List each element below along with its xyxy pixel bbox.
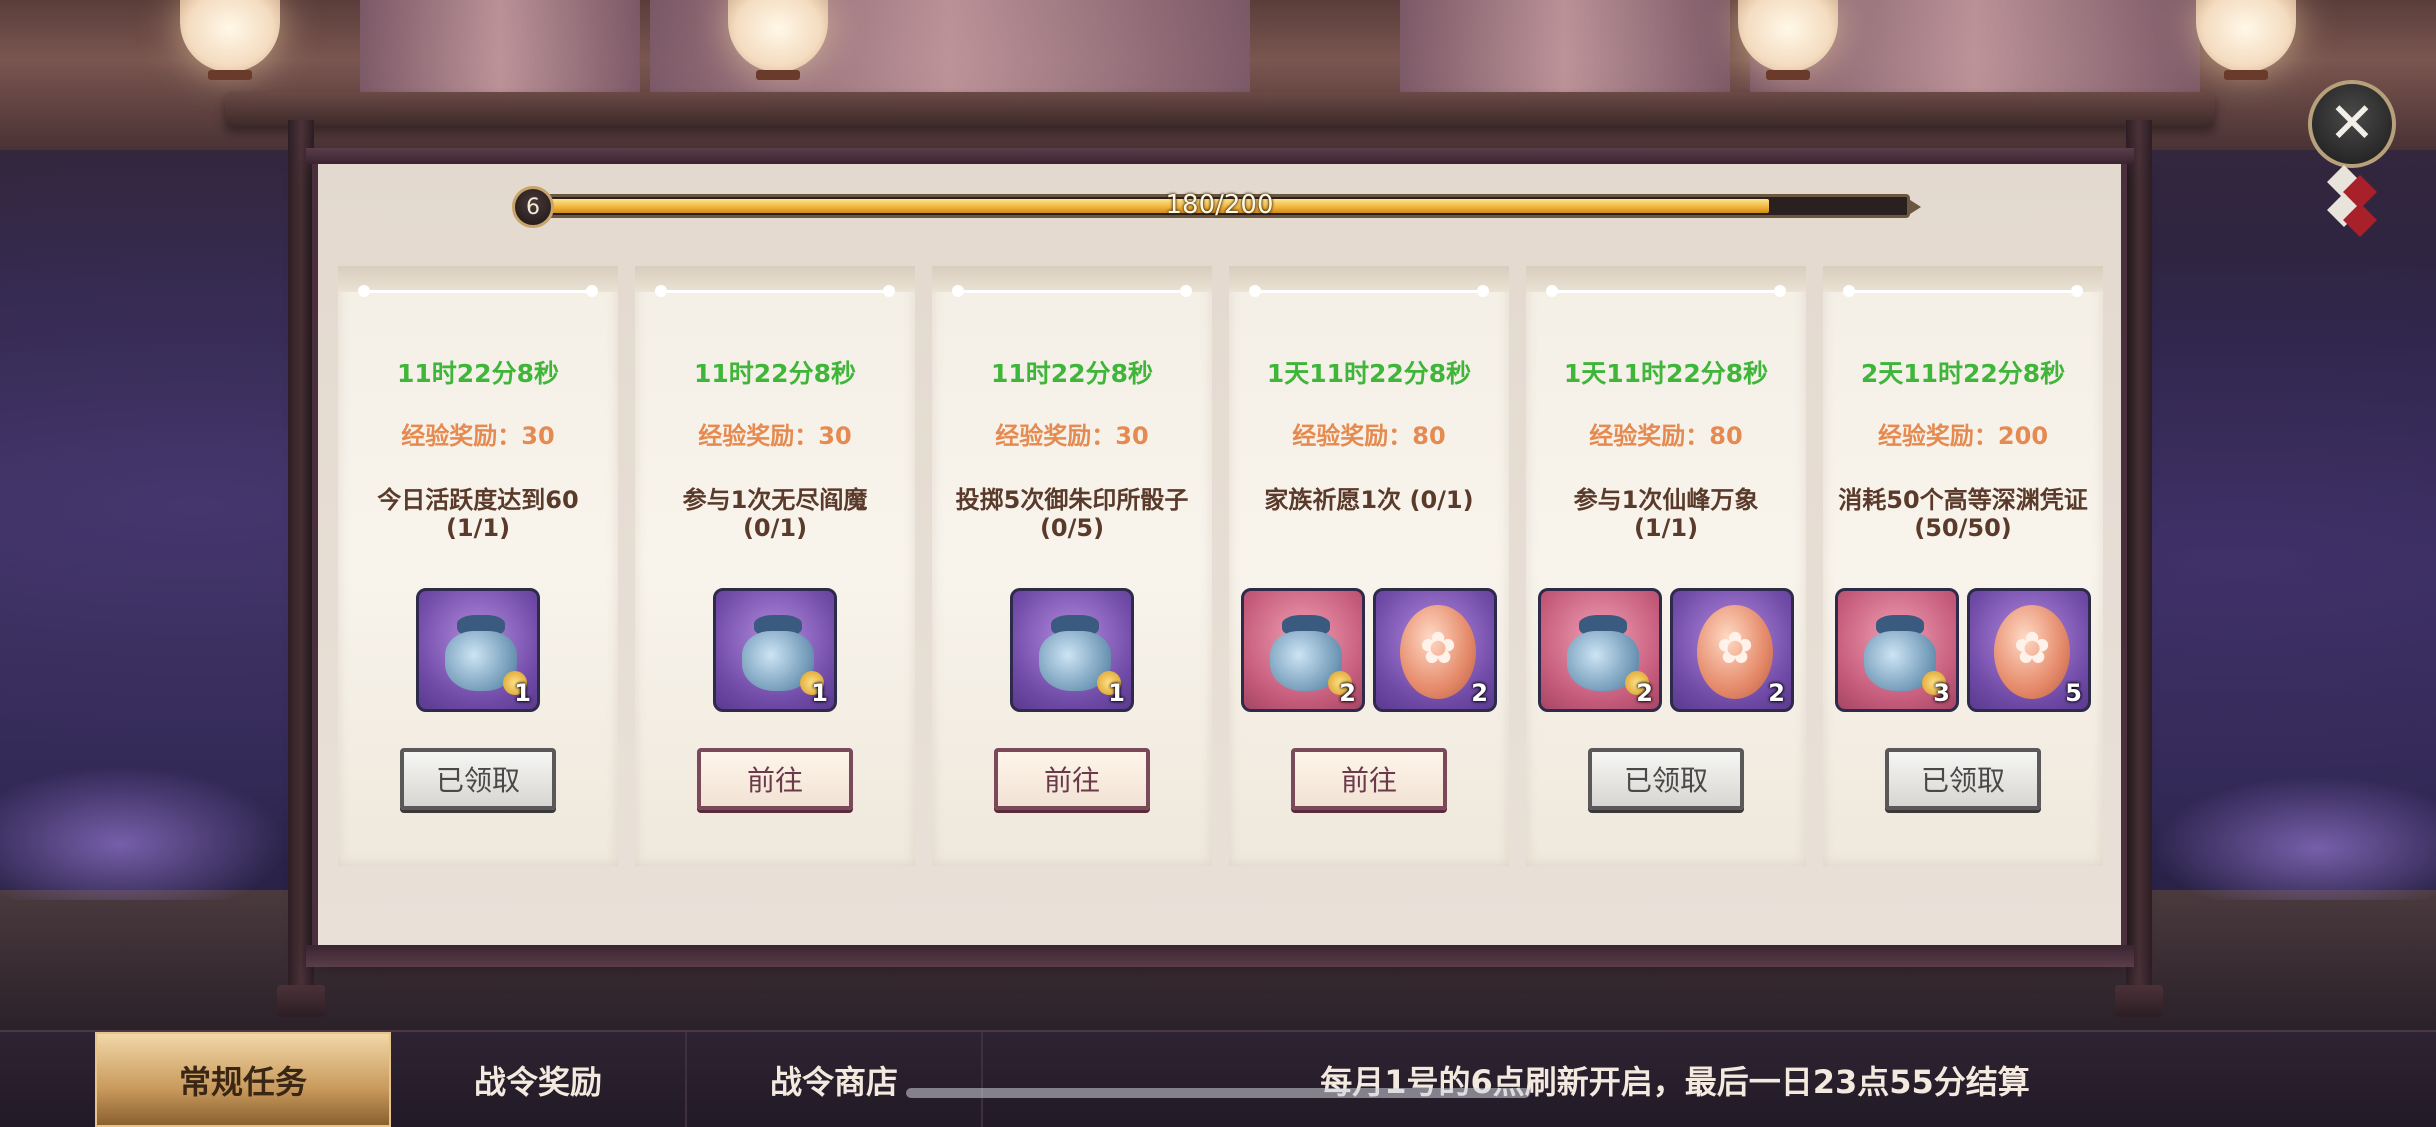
level-progress: 6 180/200 — [512, 186, 1927, 228]
reward-item[interactable]: 2 — [1670, 588, 1794, 712]
tab-pass-rewards[interactable]: 战令奖励 — [391, 1032, 687, 1127]
task-timer: 1天11时22分8秒 — [1266, 359, 1472, 388]
reward-quantity: 3 — [1933, 679, 1950, 707]
close-button[interactable]: ✕ — [2308, 80, 2396, 168]
reward-item[interactable]: 2 — [1373, 588, 1497, 712]
reward-list: 1 — [932, 588, 1212, 714]
goto-button[interactable]: 前往 — [1291, 748, 1447, 810]
claim-button[interactable]: 已领取 — [400, 748, 556, 810]
home-indicator[interactable] — [906, 1088, 1530, 1098]
egg-icon — [1400, 605, 1476, 699]
board-pillar-left — [288, 120, 314, 1000]
exp-reward: 经验奖励：30 — [698, 422, 852, 450]
flower-decoration — [2140, 770, 2436, 900]
board-pillar-right — [2126, 120, 2152, 1000]
task-card: 1天11时22分8秒 经验奖励：80 参与1次仙峰万象 (1/1) 22 已领取 — [1526, 266, 1806, 866]
task-card: 11时22分8秒 经验奖励：30 今日活跃度达到60 (1/1) 1 已领取 — [338, 266, 618, 866]
task-card: 1天11时22分8秒 经验奖励：80 家族祈愿1次 (0/1) 22 前往 — [1229, 266, 1509, 866]
exp-reward: 经验奖励：30 — [995, 422, 1149, 450]
reward-list: 35 — [1823, 588, 2103, 714]
reward-quantity: 1 — [1108, 679, 1125, 707]
reward-item[interactable]: 1 — [1010, 588, 1134, 712]
bag-icon — [439, 609, 527, 695]
reward-list: 1 — [635, 588, 915, 714]
bag-icon — [1858, 609, 1946, 695]
reward-item[interactable]: 3 — [1835, 588, 1959, 712]
board-rail-bottom — [306, 945, 2134, 967]
flower-decoration — [0, 760, 300, 900]
egg-icon — [1994, 605, 2070, 699]
task-card: 2天11时22分8秒 经验奖励：200 消耗50个高等深渊凭证 (50/50) … — [1823, 266, 2103, 866]
tab-pass-shop[interactable]: 战令商店 — [687, 1032, 983, 1127]
egg-icon — [1697, 605, 1773, 699]
claim-button[interactable]: 已领取 — [1588, 748, 1744, 810]
reward-item[interactable]: 2 — [1241, 588, 1365, 712]
reward-item[interactable]: 1 — [713, 588, 837, 712]
bag-icon — [736, 609, 824, 695]
bag-icon — [1033, 609, 1121, 695]
tab-regular-tasks[interactable]: 常规任务 — [95, 1032, 391, 1127]
task-card: 11时22分8秒 经验奖励：30 投掷5次御朱印所骰子 (0/5) 1 前往 — [932, 266, 1212, 866]
board-rail-top — [306, 148, 2134, 164]
reward-item[interactable]: 1 — [416, 588, 540, 712]
reward-list: 22 — [1229, 588, 1509, 714]
goto-button[interactable]: 前往 — [697, 748, 853, 810]
task-timer: 11时22分8秒 — [694, 359, 856, 388]
task-timer: 11时22分8秒 — [397, 359, 559, 388]
task-description: 消耗50个高等深渊凭证 (50/50) — [1838, 486, 2088, 542]
reward-quantity: 1 — [514, 679, 531, 707]
task-card: 11时22分8秒 经验奖励：30 参与1次无尽阎魔 (0/1) 1 前往 — [635, 266, 915, 866]
tassel-decoration — [2327, 165, 2377, 250]
exp-reward: 经验奖励：80 — [1589, 422, 1743, 450]
exp-reward: 经验奖励：80 — [1292, 422, 1446, 450]
task-description: 参与1次仙峰万象 (1/1) — [1573, 486, 1759, 542]
card-divider — [1249, 285, 1489, 297]
task-timer: 11时22分8秒 — [991, 359, 1153, 388]
reward-list: 22 — [1526, 588, 1806, 714]
reward-quantity: 2 — [1636, 679, 1653, 707]
pillar-foot — [2115, 985, 2163, 1017]
goto-button[interactable]: 前往 — [994, 748, 1150, 810]
reward-item[interactable]: 5 — [1967, 588, 2091, 712]
card-divider — [358, 285, 598, 297]
progress-text: 180/200 — [1165, 190, 1274, 220]
pillar-foot — [277, 985, 325, 1017]
pavilion-eave — [225, 92, 2215, 126]
task-description: 今日活跃度达到60 (1/1) — [377, 486, 579, 542]
task-timer: 2天11时22分8秒 — [1860, 359, 2066, 388]
bag-icon — [1561, 609, 1649, 695]
reward-quantity: 2 — [1768, 679, 1785, 707]
card-divider — [1843, 285, 2083, 297]
curtain — [1400, 0, 1730, 95]
task-card-list: 11时22分8秒 经验奖励：30 今日活跃度达到60 (1/1) 1 已领取 1… — [338, 266, 2108, 866]
task-description: 家族祈愿1次 (0/1) — [1264, 486, 1474, 514]
card-divider — [1546, 285, 1786, 297]
exp-reward: 经验奖励：30 — [401, 422, 555, 450]
bottom-tab-bar: 常规任务 战令奖励 战令商店 每月1号的6点刷新开启，最后一日23点55分结算 — [0, 1030, 2436, 1127]
close-x-icon: ✕ — [2328, 91, 2376, 156]
reward-quantity: 1 — [811, 679, 828, 707]
reward-quantity: 5 — [2065, 679, 2082, 707]
reward-quantity: 2 — [1471, 679, 1488, 707]
exp-reward: 经验奖励：200 — [1877, 422, 2049, 450]
card-divider — [952, 285, 1192, 297]
reward-quantity: 2 — [1339, 679, 1356, 707]
task-description: 投掷5次御朱印所骰子 (0/5) — [955, 486, 1189, 542]
refresh-notice: 每月1号的6点刷新开启，最后一日23点55分结算 — [1320, 1062, 2030, 1101]
bag-icon — [1264, 609, 1352, 695]
claim-button[interactable]: 已领取 — [1885, 748, 2041, 810]
reward-list: 1 — [338, 588, 618, 714]
task-description: 参与1次无尽阎魔 (0/1) — [682, 486, 868, 542]
reward-item[interactable]: 2 — [1538, 588, 1662, 712]
curtain — [360, 0, 640, 95]
card-divider — [655, 285, 895, 297]
task-timer: 1天11时22分8秒 — [1563, 359, 1769, 388]
